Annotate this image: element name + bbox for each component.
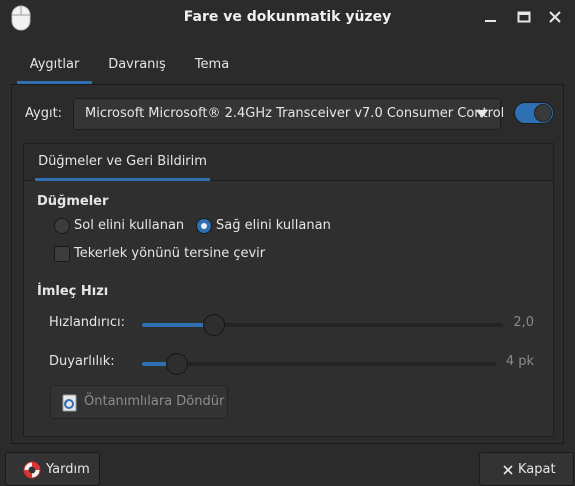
sensitivity-value: 4 pk xyxy=(505,354,534,369)
minimize-button[interactable] xyxy=(482,8,500,26)
maximize-icon xyxy=(517,11,531,23)
right-handed-label[interactable]: Sağ elini kullanan xyxy=(216,218,331,233)
close-icon xyxy=(503,465,513,475)
devices-panel: Aygıt: Microsoft Microsoft® 2.4GHz Trans… xyxy=(11,84,564,444)
tab-buttons-feedback[interactable]: Düğmeler ve Geri Bildirim xyxy=(35,144,210,181)
close-button[interactable]: Kapat xyxy=(479,452,574,486)
close-window-button[interactable] xyxy=(546,8,564,26)
chevron-down-icon xyxy=(476,110,488,118)
inner-tab-bar: Düğmeler ve Geri Bildirim xyxy=(24,144,553,181)
device-label: Aygıt: xyxy=(25,106,63,121)
sensitivity-slider-handle[interactable] xyxy=(166,353,188,375)
right-handed-radio[interactable] xyxy=(196,218,212,234)
acceleration-slider[interactable] xyxy=(142,314,503,336)
tab-theme[interactable]: Tema xyxy=(187,50,237,84)
maximize-button[interactable] xyxy=(515,8,533,26)
close-icon xyxy=(549,11,561,23)
reset-defaults-label: Öntanımlılara Döndür xyxy=(84,394,225,409)
title-bar: Fare ve dokunmatik yüzey xyxy=(0,0,575,38)
pointer-section-title: İmleç Hızı xyxy=(37,284,109,299)
reset-icon xyxy=(62,394,77,412)
minimize-icon xyxy=(485,20,496,22)
acceleration-label: Hızlandırıcı: xyxy=(49,315,125,330)
acceleration-value: 2,0 xyxy=(513,315,534,330)
device-select-value: Microsoft Microsoft® 2.4GHz Transceiver … xyxy=(85,106,505,121)
buttons-section-title: Düğmeler xyxy=(37,194,109,209)
reset-defaults-button[interactable]: Öntanımlılara Döndür xyxy=(50,385,228,419)
reverse-scroll-label[interactable]: Tekerlek yönünü tersine çevir xyxy=(74,246,265,261)
left-handed-radio[interactable] xyxy=(54,218,70,234)
reverse-scroll-checkbox[interactable] xyxy=(54,246,70,262)
lifebuoy-icon xyxy=(23,461,41,479)
device-enable-toggle[interactable] xyxy=(514,102,554,124)
help-button[interactable]: Yardım xyxy=(5,452,100,486)
toggle-knob xyxy=(534,104,552,122)
tab-devices[interactable]: Aygıtlar xyxy=(17,50,92,84)
sensitivity-label: Duyarlılık: xyxy=(49,354,115,369)
left-handed-label[interactable]: Sol elini kullanan xyxy=(74,218,184,233)
device-select[interactable]: Microsoft Microsoft® 2.4GHz Transceiver … xyxy=(73,98,505,130)
close-label: Kapat xyxy=(518,462,556,477)
tab-behavior[interactable]: Davranış xyxy=(102,50,172,84)
help-label: Yardım xyxy=(46,462,90,477)
sensitivity-slider[interactable] xyxy=(142,353,496,375)
acceleration-slider-handle[interactable] xyxy=(203,314,225,336)
